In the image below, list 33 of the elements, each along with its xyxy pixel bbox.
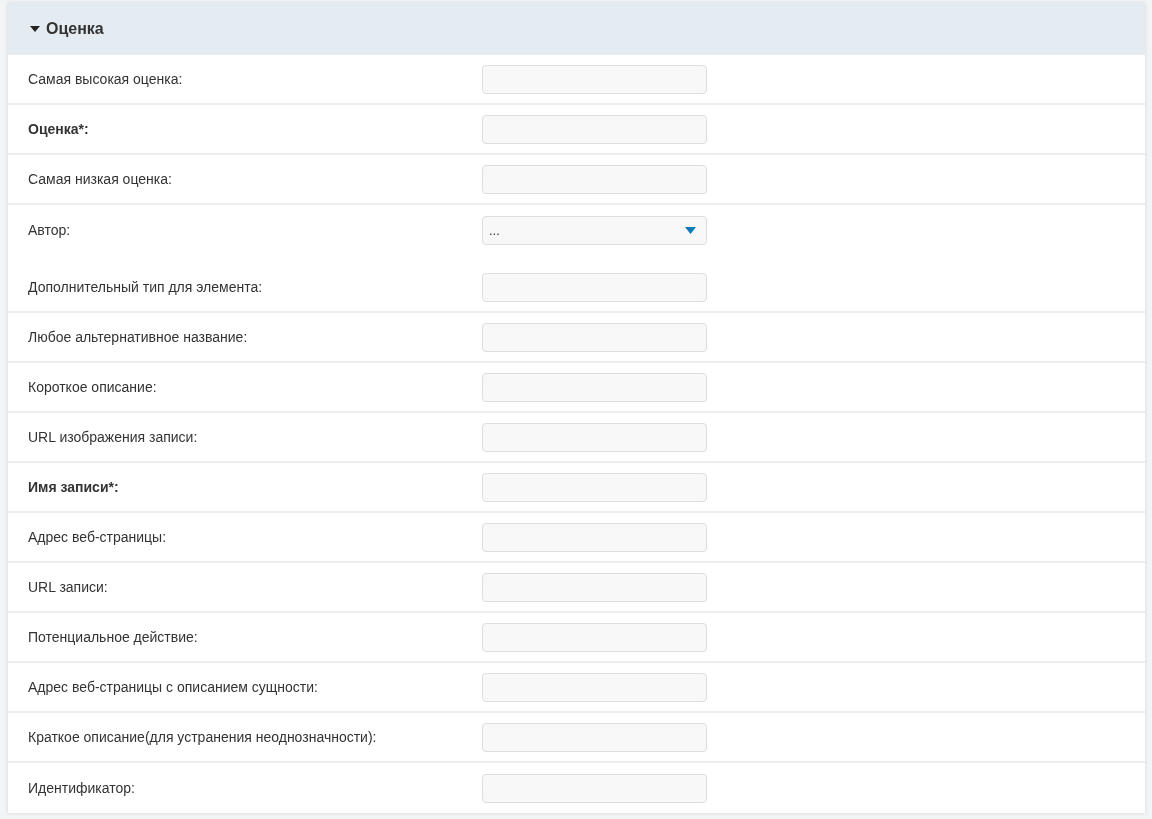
input-field[interactable] <box>482 672 707 702</box>
field-label: Автор: <box>28 222 72 238</box>
input-field[interactable] <box>482 522 707 552</box>
input-field[interactable] <box>482 472 707 502</box>
caret-down-icon <box>685 226 696 234</box>
dropdown-field[interactable]: ... <box>482 215 707 245</box>
input-field[interactable] <box>482 372 707 402</box>
input-field[interactable] <box>482 164 707 194</box>
field-label: Потенциальное действие: <box>28 629 199 645</box>
field-label: Адрес веб-страницы с описанием сущности: <box>28 679 319 695</box>
input-field[interactable] <box>482 572 707 602</box>
field-label: Адрес веб-страницы: <box>28 529 168 545</box>
field-label: URL записи: <box>28 579 109 595</box>
field-label: Оценка*: <box>28 121 90 137</box>
input-field[interactable] <box>482 622 707 652</box>
input-field[interactable] <box>482 422 707 452</box>
field-label: Идентификатор: <box>28 780 136 796</box>
field-label: Краткое описание(для устранения неоднозначности): <box>28 729 378 745</box>
input-field[interactable] <box>482 114 707 144</box>
input-field[interactable] <box>482 272 707 302</box>
section-header[interactable]: Оценка <box>8 3 1145 55</box>
input-field[interactable] <box>482 773 707 803</box>
field-label: Самая высокая оценка: <box>28 71 184 87</box>
input-field[interactable] <box>482 322 707 352</box>
input-field[interactable] <box>482 722 707 752</box>
input-field[interactable] <box>482 64 707 94</box>
field-label: Самая низкая оценка: <box>28 171 173 187</box>
field-label: Имя записи*: <box>28 479 120 495</box>
field-label: Дополнительный тип для элемента: <box>28 279 264 295</box>
field-label: URL изображения записи: <box>28 429 199 445</box>
field-label: Короткое описание: <box>28 379 158 395</box>
caret-icon <box>30 24 40 34</box>
field-label: Любое альтернативное название: <box>28 329 249 345</box>
